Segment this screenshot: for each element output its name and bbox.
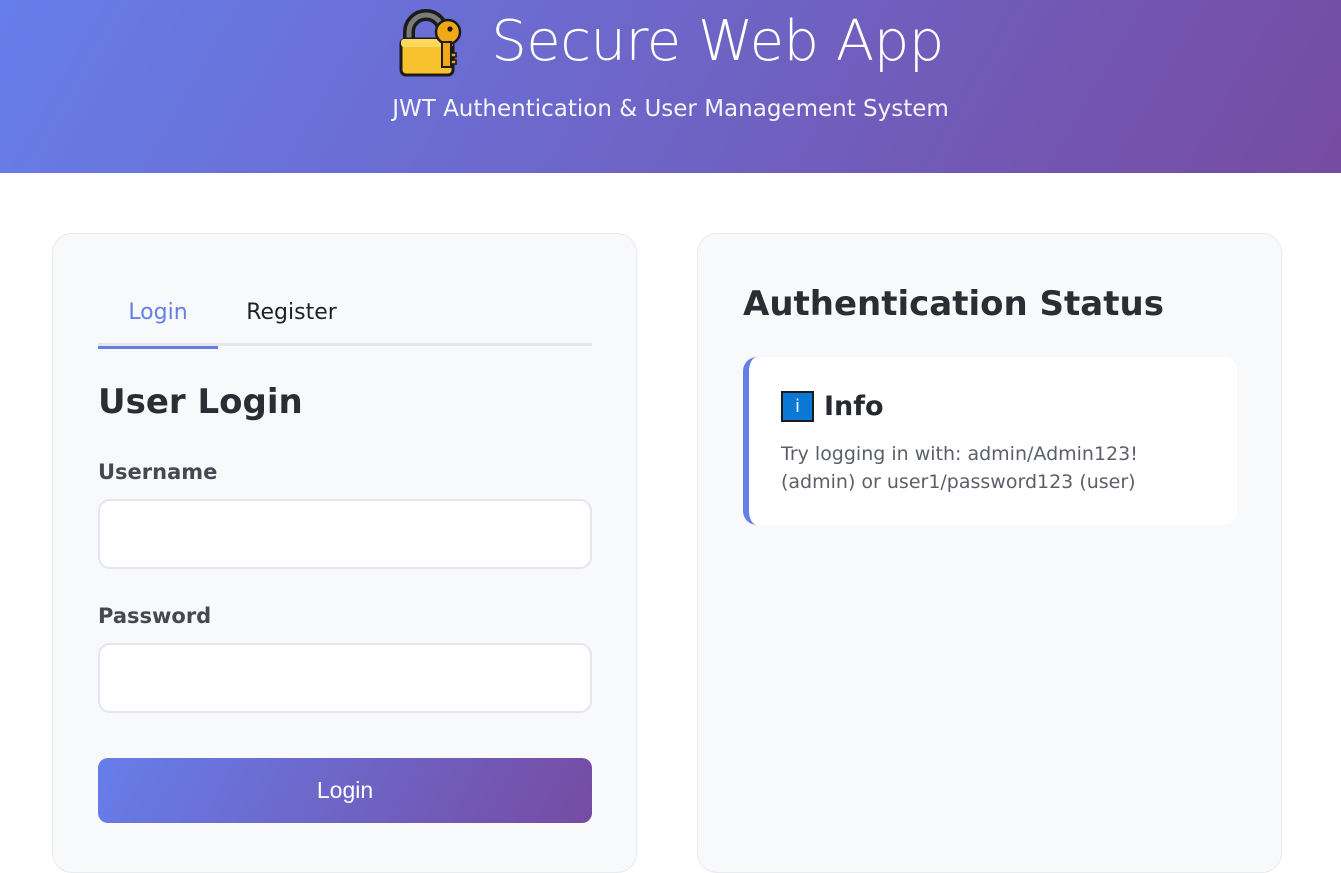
status-heading: Authentication Status [743,284,1164,324]
app-title: Secure Web App [491,9,944,74]
app-header: Secure Web App JWT Authentication & User… [0,0,1341,173]
auth-tabs: Login Register [98,294,592,349]
app-subtitle: JWT Authentication & User Management Sys… [392,96,949,122]
info-icon: i [781,391,814,422]
auth-card: Login Register User Login Username Passw… [52,233,637,873]
info-title: Info [824,391,884,422]
tab-login[interactable]: Login [98,294,218,349]
info-message-box: i Info Try logging in with: admin/Admin1… [743,357,1237,525]
username-label: Username [98,460,218,484]
password-input[interactable] [98,643,592,713]
login-heading: User Login [98,382,303,422]
login-button[interactable]: Login [98,758,592,823]
password-label: Password [98,604,212,628]
title-row: Secure Web App [0,6,1341,78]
status-card: Authentication Status i Info Try logging… [697,233,1282,873]
info-text: Try logging in with: admin/Admin123! (ad… [781,443,1138,493]
info-header: i Info [781,391,884,422]
lock-key-icon [399,9,462,77]
username-input[interactable] [98,499,592,569]
tab-register[interactable]: Register [218,294,365,346]
